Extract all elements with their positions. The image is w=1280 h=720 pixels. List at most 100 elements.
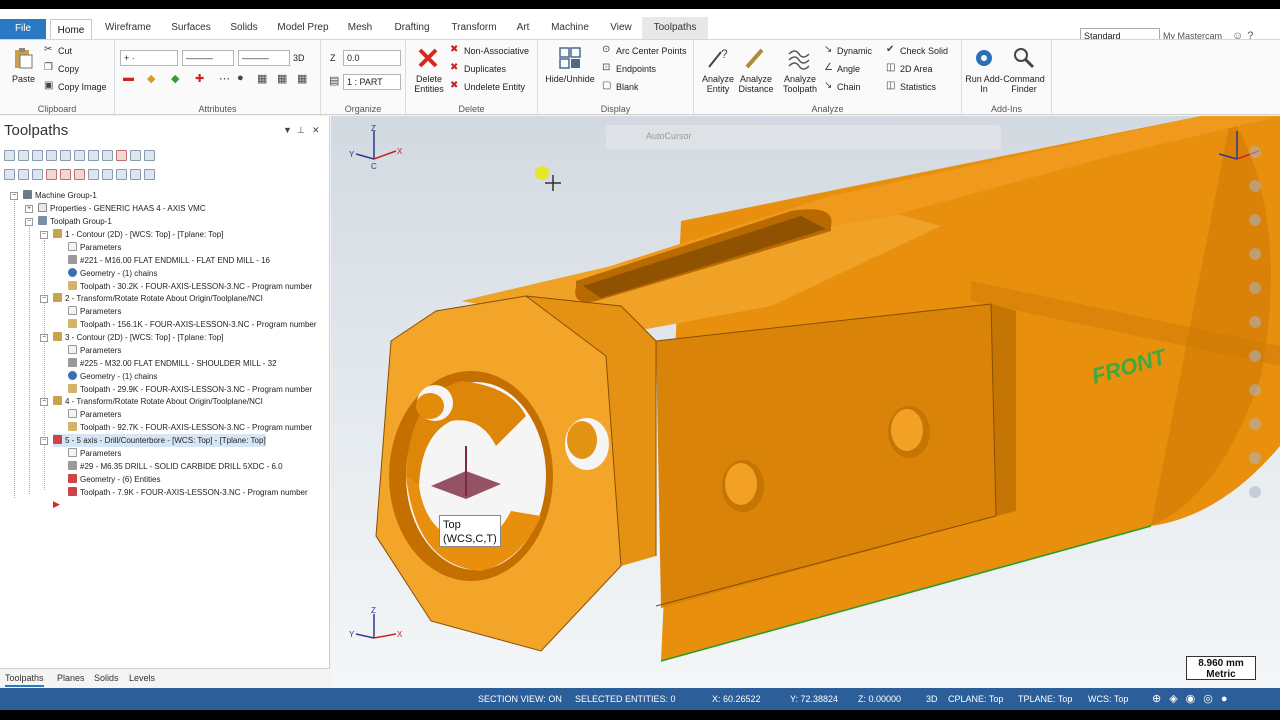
tree-op1-geometry[interactable]: Geometry - (1) chains — [68, 267, 157, 280]
mode-status[interactable]: 3D — [926, 694, 938, 704]
statistics-icon[interactable]: ◫ — [886, 80, 895, 91]
tree-properties[interactable]: Properties - GENERIC HAAS 4 - AXIS VMC — [38, 202, 206, 215]
endpoints-icon[interactable]: ⊡ — [602, 62, 610, 73]
undelete-icon[interactable]: ✖ — [450, 80, 458, 91]
backplot-icon[interactable] — [60, 150, 71, 161]
view-tool-icon[interactable] — [1249, 146, 1261, 158]
delete-x-icon[interactable] — [416, 46, 440, 70]
cut-icon[interactable]: ✂ — [44, 44, 52, 55]
mode-3d-label[interactable]: 3D — [293, 53, 305, 63]
view-tool-icon[interactable] — [1249, 452, 1261, 464]
wireframe-color-icon[interactable]: ▬ — [123, 72, 134, 84]
tree-op5-toolpath[interactable]: Toolpath - 7.9K - FOUR-AXIS-LESSON-3.NC … — [68, 486, 308, 499]
analyze-distance-icon[interactable] — [744, 46, 768, 70]
select-all-icon[interactable] — [4, 150, 15, 161]
blank-button[interactable]: Blank — [616, 82, 639, 92]
duplicates-icon[interactable]: ✖ — [450, 62, 458, 73]
tab-levels-panel[interactable]: Levels — [129, 673, 155, 683]
tree-op3-parameters[interactable]: Parameters — [68, 344, 121, 357]
blank-icon[interactable]: ▢ — [602, 80, 611, 91]
section-view-status[interactable]: SECTION VIEW: ON — [478, 694, 562, 704]
check-solid-icon[interactable]: ✔ — [886, 44, 894, 55]
tab-drafting[interactable]: Drafting — [388, 17, 436, 39]
single-display-icon[interactable] — [102, 169, 113, 180]
regen-dirty-icon[interactable] — [46, 150, 57, 161]
tab-solids-panel[interactable]: Solids — [94, 673, 119, 683]
tree-operation-2[interactable]: 2 - Transform/Rotate Rotate About Origin… — [53, 292, 263, 305]
tree-operation-3[interactable]: 3 - Contour (2D) - [WCS: Top] - [Tplane:… — [53, 331, 223, 344]
dynamic-icon[interactable]: ↘ — [824, 44, 832, 55]
point-style-icon[interactable]: ⋯ — [219, 72, 230, 85]
copy-image-icon[interactable]: ▣ — [44, 80, 53, 91]
tab-toolpaths[interactable]: Toolpaths — [642, 17, 708, 39]
sphere-icon[interactable]: ● — [237, 72, 244, 84]
clear-color-icon[interactable]: ▦ — [277, 72, 287, 85]
show-selected-icon[interactable] — [116, 169, 127, 180]
undelete-entity-button[interactable]: Undelete Entity — [464, 82, 525, 92]
non-associative-button[interactable]: Non-Associative — [464, 46, 529, 56]
wcs-status[interactable]: WCS: Top — [1088, 694, 1128, 704]
delete-ops-icon[interactable] — [130, 150, 141, 161]
tree-op5-geometry[interactable]: Geometry - (6) Entities — [68, 473, 160, 486]
panel-close-icon[interactable]: ✕ — [312, 125, 320, 136]
check-solid-button[interactable]: Check Solid — [900, 46, 948, 56]
insert-arrow-icon[interactable] — [74, 169, 85, 180]
hide-unhide-button[interactable]: Hide/Unhide — [540, 74, 600, 84]
tree-op5-parameters[interactable]: Parameters — [68, 447, 121, 460]
panel-dropdown-icon[interactable]: ▼ — [283, 125, 292, 135]
insert-arrow-icon[interactable]: ▶ — [53, 498, 60, 511]
tree-op1-parameters[interactable]: Parameters — [68, 241, 121, 254]
tree-op4-parameters[interactable]: Parameters — [68, 408, 121, 421]
arc-center-points-button[interactable]: Arc Center Points — [616, 46, 687, 56]
arc-center-icon[interactable]: ⊙ — [602, 44, 610, 55]
angle-button[interactable]: Angle — [837, 64, 860, 74]
endpoints-button[interactable]: Endpoints — [616, 64, 656, 74]
angle-icon[interactable]: ∠ — [824, 62, 833, 73]
view-tool-icon[interactable] — [1249, 316, 1261, 328]
tab-wireframe[interactable]: Wireframe — [100, 17, 156, 39]
tab-file[interactable]: File — [0, 19, 46, 39]
tab-transform[interactable]: Transform — [446, 17, 502, 39]
command-finder-icon[interactable] — [1012, 46, 1036, 70]
regen-icon[interactable] — [32, 150, 43, 161]
tab-planes-panel[interactable]: Planes — [57, 673, 85, 683]
tab-toolpaths-panel[interactable]: Toolpaths — [5, 673, 44, 687]
tree-operation-4[interactable]: 4 - Transform/Rotate Rotate About Origin… — [53, 395, 263, 408]
tree-op3-tool[interactable]: #225 - M32.00 FLAT ENDMILL - SHOULDER MI… — [68, 357, 277, 370]
status-view-icons[interactable]: ⊕◈◉◎● — [1152, 692, 1236, 705]
statistics-button[interactable]: Statistics — [900, 82, 936, 92]
high-feed-icon[interactable] — [116, 150, 127, 161]
simulate-icon[interactable] — [88, 150, 99, 161]
tab-mesh[interactable]: Mesh — [342, 17, 378, 39]
line-style-dropdown[interactable]: ——— — [182, 50, 234, 66]
select-failed-icon[interactable] — [18, 150, 29, 161]
line-width-dropdown[interactable]: ——— — [238, 50, 290, 66]
copy-image-button[interactable]: Copy Image — [58, 82, 107, 92]
autocursor-toolbar[interactable]: AutoCursor — [606, 125, 1001, 149]
analyze-entity-icon[interactable]: ? — [706, 46, 730, 70]
tab-model-prep[interactable]: Model Prep — [272, 17, 334, 39]
post-icon[interactable] — [102, 150, 113, 161]
view-tool-icon[interactable] — [1249, 214, 1261, 226]
chain-button[interactable]: Chain — [837, 82, 861, 92]
tree-machine-group[interactable]: Machine Group-1 — [23, 189, 97, 202]
filter-icon[interactable] — [144, 169, 155, 180]
analyze-toolpath-icon[interactable] — [787, 46, 811, 70]
level-dropdown[interactable]: 1 : PART — [343, 74, 401, 90]
view-tool-icon[interactable] — [1249, 486, 1261, 498]
duplicates-button[interactable]: Duplicates — [464, 64, 506, 74]
view-tool-icon[interactable] — [1249, 350, 1261, 362]
run-addin-button[interactable]: Run Add-In — [964, 74, 1004, 94]
paste-icon[interactable] — [11, 46, 35, 70]
analyze-distance-button[interactable]: Analyze Distance — [734, 74, 778, 94]
delete-entities-button[interactable]: Delete Entities — [410, 74, 448, 94]
lock-icon[interactable] — [4, 169, 15, 180]
view-tool-icon[interactable] — [1249, 384, 1261, 396]
tree-operation-1[interactable]: 1 - Contour (2D) - [WCS: Top] - [Tplane:… — [53, 228, 223, 241]
analyze-toolpath-button[interactable]: Analyze Toolpath — [778, 74, 822, 94]
chain-icon[interactable]: ↘ — [824, 80, 832, 91]
point-color-icon[interactable]: ✚ — [195, 72, 204, 85]
verify-icon[interactable] — [74, 150, 85, 161]
view-tool-icon[interactable] — [1249, 248, 1261, 260]
attributes-manager-icon[interactable]: ▦ — [297, 72, 307, 85]
